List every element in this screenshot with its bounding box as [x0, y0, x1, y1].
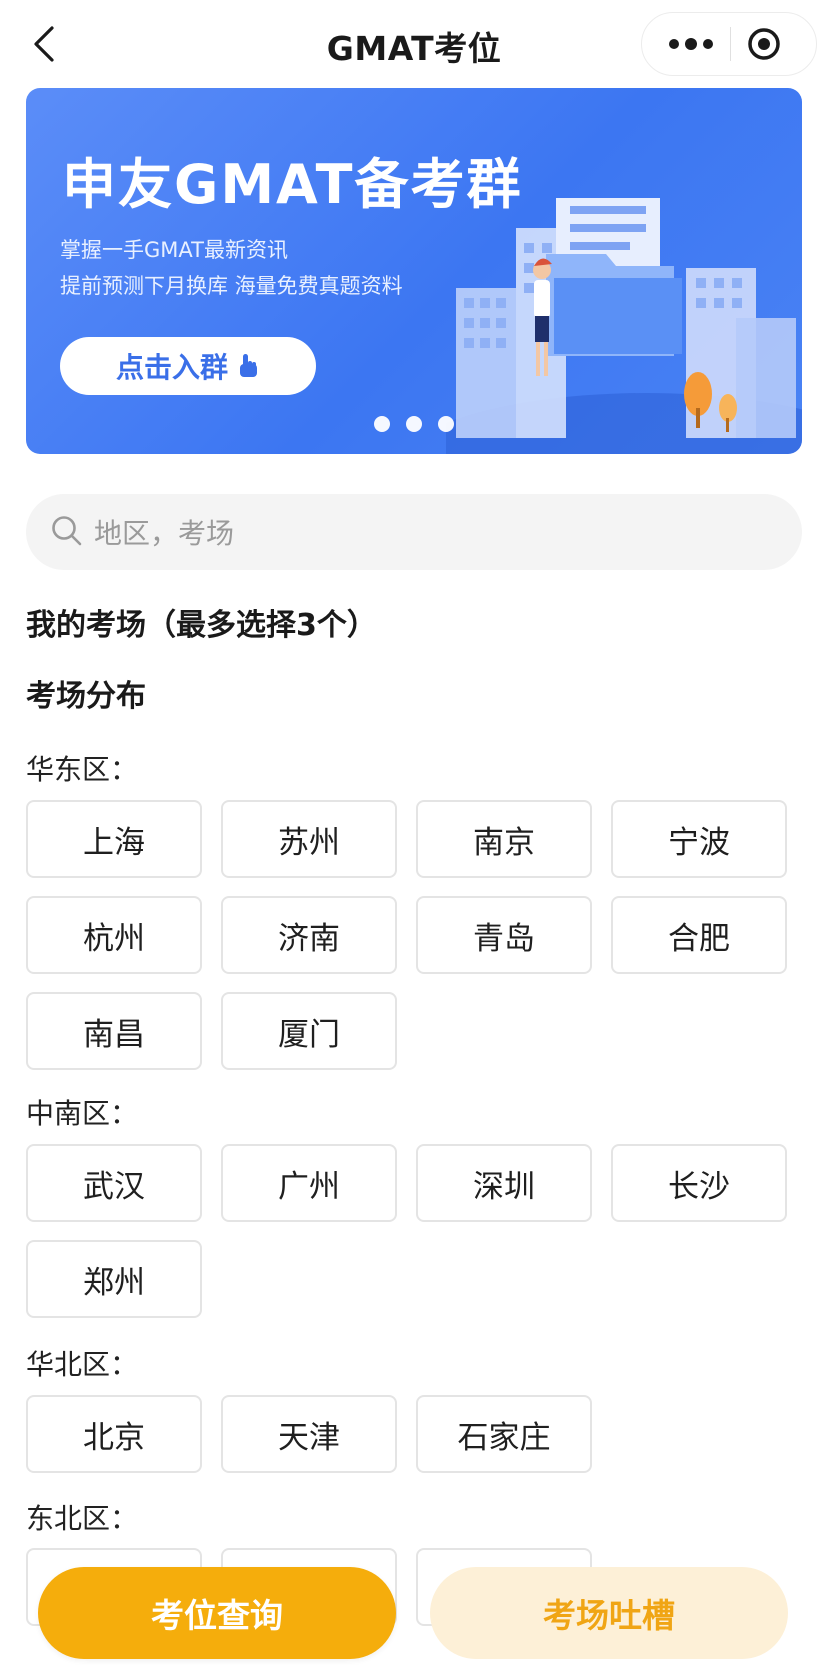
- city-button-xiamen[interactable]: 厦门: [221, 992, 397, 1070]
- city-button-hangzhou[interactable]: 杭州: [26, 896, 202, 974]
- carousel-dot[interactable]: [438, 416, 454, 432]
- more-button[interactable]: [662, 13, 722, 75]
- close-mini-program-button[interactable]: [742, 13, 812, 75]
- target-circle-icon: [748, 28, 780, 60]
- promo-banner[interactable]: 申友GMAT备考群 掌握一手GMAT最新资讯 提前预测下月换库 海量免费真题资料…: [26, 88, 802, 454]
- capsule-divider: [730, 27, 731, 61]
- venue-distribution-title: 考场分布: [26, 679, 146, 714]
- venue-complaint-button[interactable]: 考场吐槽: [430, 1567, 788, 1659]
- city-button-shanghai[interactable]: 上海: [26, 800, 202, 878]
- carousel-dot[interactable]: [406, 416, 422, 432]
- navigation-bar: GMAT考位: [0, 0, 828, 88]
- city-button-guangzhou[interactable]: 广州: [221, 1144, 397, 1222]
- city-button-suzhou[interactable]: 苏州: [221, 800, 397, 878]
- banner-subtitle-1: 掌握一手GMAT最新资讯: [60, 238, 288, 262]
- search-input[interactable]: [92, 494, 776, 572]
- carousel-indicator: [26, 416, 802, 432]
- city-button-qingdao[interactable]: 青岛: [416, 896, 592, 974]
- search-bar[interactable]: [26, 494, 802, 572]
- city-grid-central-south: 武汉 广州 深圳 长沙 郑州: [26, 1144, 802, 1318]
- city-button-zhengzhou[interactable]: 郑州: [26, 1240, 202, 1318]
- hand-pointer-icon: [240, 354, 257, 377]
- region-label-central-south: 中南区：: [26, 1097, 139, 1130]
- city-button-shijiazhuang[interactable]: 石家庄: [416, 1395, 592, 1473]
- join-group-label: 点击入群: [115, 351, 228, 384]
- city-button-jinan[interactable]: 济南: [221, 896, 397, 974]
- banner-subtitle-2: 提前预测下月换库 海量免费真题资料: [60, 274, 403, 298]
- city-button-wuhan[interactable]: 武汉: [26, 1144, 202, 1222]
- carousel-dot[interactable]: [374, 416, 390, 432]
- region-label-north: 华北区：: [26, 1348, 139, 1381]
- search-icon: [52, 516, 82, 546]
- my-venues-title: 我的考场（最多选择3个）: [26, 608, 377, 643]
- city-grid-east: 上海 苏州 南京 宁波 杭州 济南 青岛 合肥 南昌 厦门: [26, 800, 802, 1070]
- mini-program-capsule: [641, 12, 817, 76]
- city-button-tianjin[interactable]: 天津: [221, 1395, 397, 1473]
- city-button-beijing[interactable]: 北京: [26, 1395, 202, 1473]
- city-button-changsha[interactable]: 长沙: [611, 1144, 787, 1222]
- city-button-hefei[interactable]: 合肥: [611, 896, 787, 974]
- city-button-nanjing[interactable]: 南京: [416, 800, 592, 878]
- city-button-ningbo[interactable]: 宁波: [611, 800, 787, 878]
- city-grid-north: 北京 天津 石家庄: [26, 1395, 802, 1473]
- seat-query-button[interactable]: 考位查询: [38, 1567, 396, 1659]
- region-label-northeast: 东北区：: [26, 1502, 139, 1535]
- join-group-button[interactable]: 点击入群: [60, 337, 316, 395]
- city-button-nanchang[interactable]: 南昌: [26, 992, 202, 1070]
- city-button-shenzhen[interactable]: 深圳: [416, 1144, 592, 1222]
- region-label-east: 华东区：: [26, 753, 139, 786]
- more-dots-icon: [669, 38, 713, 50]
